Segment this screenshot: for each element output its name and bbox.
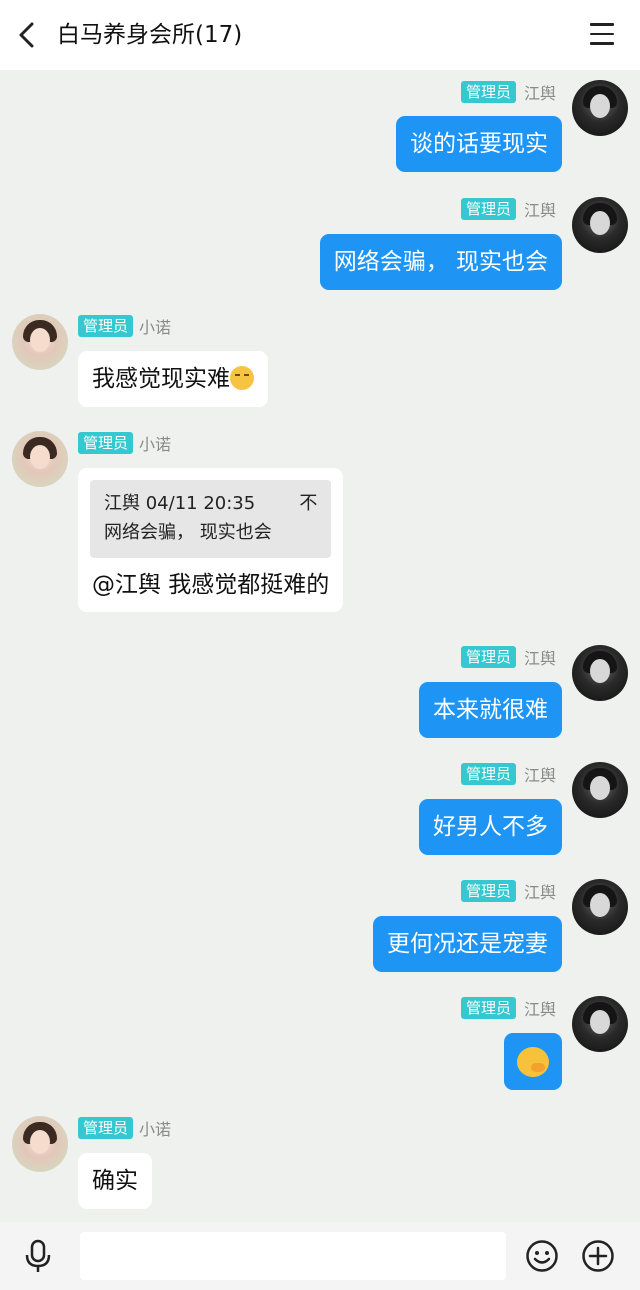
microphone-icon[interactable] <box>24 1239 52 1273</box>
emoji-message-bubble[interactable] <box>504 1033 562 1090</box>
message-bubble[interactable]: 更何况还是宠妻 <box>373 916 562 972</box>
quote-text: 网络会骗， 现实也会 <box>104 522 272 543</box>
shushing-face-emoji-icon <box>517 1046 549 1077</box>
sender-meta: 管理员 江舆 <box>460 762 556 786</box>
message-list[interactable]: 管理员 江舆 谈的话要现实 管理员 江舆 网络会骗， 现实也会 管理员 小诺 我… <box>0 70 640 1222</box>
reply-message-bubble[interactable]: 江舆 04/11 20:35 不 网络会骗， 现实也会 @江舆 我感觉都挺难的 <box>78 468 344 612</box>
admin-badge: 管理员 <box>78 315 134 337</box>
sender-name: 小诺 <box>139 435 172 454</box>
avatar[interactable] <box>572 879 628 935</box>
sender-meta: 管理员 江舆 <box>460 645 556 669</box>
avatar[interactable] <box>12 1116 68 1172</box>
admin-badge: 管理员 <box>460 997 516 1019</box>
hamburger-menu-icon[interactable] <box>590 23 614 45</box>
avatar[interactable] <box>572 645 628 701</box>
sender-meta: 管理员 小诺 <box>78 314 171 338</box>
sender-meta: 管理员 小诺 <box>78 1116 171 1140</box>
message-bubble[interactable]: 谈的话要现实 <box>396 116 562 172</box>
flushed-face-emoji-icon <box>230 366 254 390</box>
sender-name: 江舆 <box>523 201 556 220</box>
admin-badge: 管理员 <box>78 1117 134 1139</box>
sender-meta: 管理员 江舆 <box>460 879 556 903</box>
sender-name: 小诺 <box>139 1120 172 1139</box>
message-bubble[interactable]: 好男人不多 <box>419 799 562 855</box>
sender-meta: 管理员 江舆 <box>460 197 556 221</box>
message-text: 我感觉现实难 <box>92 366 230 392</box>
smiley-icon[interactable] <box>525 1239 559 1273</box>
message-bubble[interactable]: 确实 <box>78 1153 152 1209</box>
message-bubble[interactable]: 本来就很难 <box>419 682 562 738</box>
quoted-message[interactable]: 江舆 04/11 20:35 不 网络会骗， 现实也会 <box>90 480 332 558</box>
sender-name: 江舆 <box>523 1000 556 1019</box>
jump-to-original-icon[interactable]: 不 <box>299 490 317 518</box>
sender-name: 小诺 <box>139 318 172 337</box>
sender-name: 江舆 <box>523 649 556 668</box>
message-bubble[interactable]: 我感觉现实难 <box>78 351 268 407</box>
quote-time: 04/11 20:35 <box>145 493 256 514</box>
input-bar <box>0 1222 640 1290</box>
avatar[interactable] <box>572 996 628 1052</box>
message-input[interactable] <box>80 1232 506 1280</box>
quote-author: 江舆 <box>104 493 140 514</box>
admin-badge: 管理员 <box>460 763 516 785</box>
chat-title: 白马养身会所(17) <box>57 22 243 48</box>
avatar[interactable] <box>12 431 68 487</box>
message-text: @江舆 我感觉都挺难的 <box>92 572 330 598</box>
sender-name: 江舆 <box>523 883 556 902</box>
avatar[interactable] <box>572 80 628 136</box>
sender-meta: 管理员 江舆 <box>460 80 556 104</box>
chat-header: 白马养身会所(17) <box>0 0 640 70</box>
avatar[interactable] <box>572 762 628 818</box>
avatar[interactable] <box>572 197 628 253</box>
sender-meta: 管理员 小诺 <box>78 431 171 455</box>
admin-badge: 管理员 <box>460 880 516 902</box>
admin-badge: 管理员 <box>78 432 134 454</box>
plus-circle-icon[interactable] <box>581 1239 615 1273</box>
sender-name: 江舆 <box>523 766 556 785</box>
sender-meta: 管理员 江舆 <box>460 996 556 1020</box>
admin-badge: 管理员 <box>460 198 516 220</box>
sender-name: 江舆 <box>523 84 556 103</box>
chevron-left-icon[interactable] <box>14 20 42 50</box>
avatar[interactable] <box>12 314 68 370</box>
admin-badge: 管理员 <box>460 81 516 103</box>
message-bubble[interactable]: 网络会骗， 现实也会 <box>319 234 562 290</box>
admin-badge: 管理员 <box>460 646 516 668</box>
